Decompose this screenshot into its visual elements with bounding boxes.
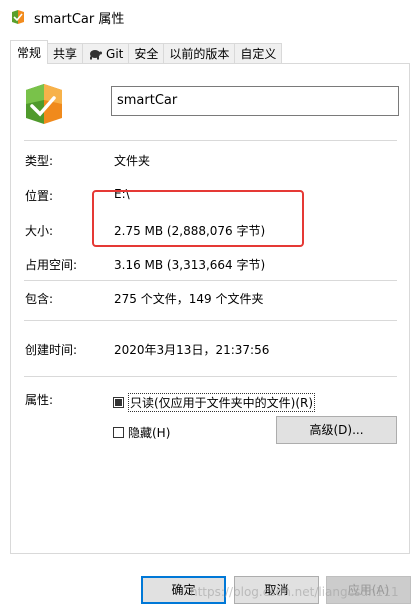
type-label: 类型:	[25, 154, 54, 168]
divider	[24, 140, 397, 141]
size-label: 大小:	[25, 224, 54, 238]
highlight-box	[92, 190, 304, 247]
tab-previous-versions[interactable]: 以前的版本	[163, 43, 236, 64]
title-bar: smartCar 属性	[0, 0, 420, 34]
hidden-label: 隐藏(H)	[128, 426, 171, 440]
tab-general[interactable]: 常规	[10, 40, 49, 64]
readonly-label: 只读(仅应用于文件夹中的文件)(R)	[128, 393, 316, 412]
indeterminate-mark	[115, 399, 122, 406]
divider	[24, 320, 397, 321]
created-label: 创建时间:	[25, 343, 78, 357]
hidden-checkbox-row[interactable]: 隐藏(H)	[113, 424, 170, 441]
tortoise-git-icon	[90, 50, 103, 60]
window-title: smartCar 属性	[34, 11, 125, 27]
readonly-checkbox[interactable]	[113, 397, 124, 408]
hidden-checkbox[interactable]	[113, 427, 124, 438]
divider	[24, 376, 397, 377]
tab-customize[interactable]: 自定义	[234, 43, 283, 64]
cancel-button[interactable]: 取消	[234, 576, 319, 604]
tab-bar: 常规 共享 Git 安全 以前的版本 自定义	[10, 40, 410, 64]
size-on-disk-value: 3.16 MB (3,313,664 字节)	[114, 258, 266, 272]
readonly-checkbox-row[interactable]: 只读(仅应用于文件夹中的文件)(R)	[113, 393, 316, 412]
folder-icon	[26, 84, 62, 124]
contains-label: 包含:	[25, 292, 54, 306]
advanced-button[interactable]: 高级(D)...	[276, 416, 397, 444]
location-label: 位置:	[25, 189, 54, 203]
size-on-disk-label: 占用空间:	[25, 258, 78, 272]
created-value: 2020年3月13日，21:37:56	[114, 343, 270, 357]
tab-sharing[interactable]: 共享	[47, 43, 84, 64]
tab-git[interactable]: Git	[82, 43, 130, 64]
folder-name-input[interactable]: smartCar	[111, 86, 399, 116]
folder-app-icon	[12, 10, 24, 24]
general-panel	[10, 63, 410, 554]
ok-button[interactable]: 确定	[141, 576, 226, 604]
attributes-label: 属性:	[25, 393, 54, 407]
tab-security[interactable]: 安全	[128, 43, 165, 64]
apply-button[interactable]: 应用(A)	[326, 576, 411, 604]
type-value: 文件夹	[114, 154, 151, 168]
contains-value: 275 个文件，149 个文件夹	[114, 292, 264, 306]
divider	[24, 280, 397, 281]
